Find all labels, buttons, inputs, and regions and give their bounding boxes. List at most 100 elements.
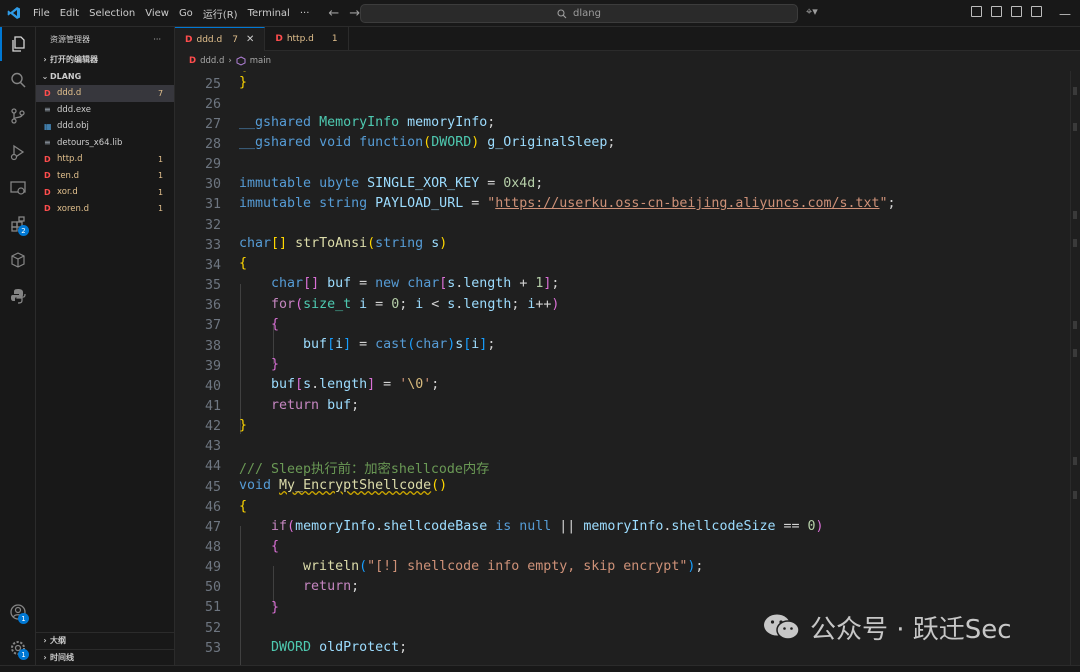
line-number: 39 bbox=[204, 358, 221, 374]
explorer-more-button[interactable]: ··· bbox=[153, 35, 161, 44]
file-item[interactable]: Dxoren.d 1 bbox=[36, 201, 174, 218]
editor-tab-bar: D ddd.d 7 ✕ D http.d 1 bbox=[175, 27, 1080, 51]
open-editors-section[interactable]: › 打开的编辑器 bbox=[36, 51, 174, 68]
code-line-25: } bbox=[239, 75, 248, 90]
line-number: 48 bbox=[204, 540, 221, 556]
menu-file[interactable]: File bbox=[28, 8, 55, 19]
tab-ddd-d[interactable]: D ddd.d 7 ✕ bbox=[175, 27, 266, 51]
code-line-36: for(size_t i = 0; i < s.length; i++) bbox=[271, 297, 560, 312]
chevron-right-icon: › bbox=[43, 636, 47, 645]
back-arrow-icon[interactable]: ← bbox=[328, 6, 339, 21]
d-file-icon: D bbox=[185, 34, 193, 45]
d-file-icon: D bbox=[189, 56, 197, 66]
timeline-section[interactable]: › 时间线 bbox=[36, 649, 175, 665]
source-control-icon[interactable] bbox=[0, 99, 36, 133]
file-name: xoren.d bbox=[57, 203, 89, 214]
remote-explorer-icon[interactable] bbox=[0, 171, 36, 205]
run-and-debug-icon[interactable] bbox=[0, 135, 36, 169]
file-item[interactable]: Dxor.d 1 bbox=[36, 184, 174, 201]
forward-arrow-icon[interactable]: → bbox=[349, 6, 360, 21]
menu-edit[interactable]: Edit bbox=[55, 8, 84, 19]
code-line-47: if(memoryInfo.shellcodeBase is null || m… bbox=[271, 519, 824, 534]
line-number: 29 bbox=[204, 157, 221, 173]
close-icon[interactable]: ✕ bbox=[246, 34, 254, 45]
watermark-text: 公众号 · 跃迁Sec bbox=[810, 614, 1012, 645]
breadcrumb-file[interactable]: ddd.d bbox=[200, 56, 224, 66]
line-number: 41 bbox=[204, 398, 221, 414]
line-number: 42 bbox=[204, 419, 221, 435]
extensions-icon[interactable]: 2 bbox=[0, 207, 36, 241]
file-name: ddd.exe bbox=[57, 104, 91, 115]
copilot-icon[interactable]: ⌖▾ bbox=[806, 5, 818, 19]
line-number: 50 bbox=[204, 580, 221, 596]
file-item[interactable]: ≡ ddd.exe bbox=[36, 102, 174, 119]
line-number: 38 bbox=[204, 338, 221, 354]
outline-label: 大纲 bbox=[50, 636, 66, 645]
customize-layout-icon[interactable] bbox=[1031, 6, 1042, 17]
line-number-row: 46 bbox=[175, 497, 1070, 517]
toggle-secondary-sidebar-icon[interactable] bbox=[1011, 6, 1022, 17]
line-number: 40 bbox=[204, 378, 221, 394]
settings-badge: 1 bbox=[18, 649, 29, 660]
line-number: 28 bbox=[204, 137, 221, 153]
package-icon[interactable] bbox=[0, 243, 36, 277]
editor-scrollbar[interactable] bbox=[1070, 71, 1080, 665]
breadcrumb-symbol[interactable]: main bbox=[250, 56, 271, 66]
code-line-31: immutable string PAYLOAD_URL = "https://… bbox=[239, 196, 896, 211]
menu-terminal[interactable]: Terminal bbox=[243, 8, 295, 19]
search-icon bbox=[557, 8, 567, 18]
menu-view[interactable]: View bbox=[140, 8, 174, 19]
search-text: dlang bbox=[573, 8, 601, 19]
menu-selection[interactable]: Selection bbox=[84, 8, 140, 19]
line-number-row: 43 bbox=[175, 437, 1070, 457]
explorer-icon[interactable] bbox=[0, 27, 36, 61]
minimize-icon[interactable]: — bbox=[1050, 0, 1080, 27]
d-file-icon: D bbox=[275, 34, 283, 44]
toggle-primary-sidebar-icon[interactable] bbox=[971, 6, 982, 17]
code-line-37: { bbox=[271, 317, 280, 332]
file-item[interactable]: Dten.d 1 bbox=[36, 168, 174, 185]
line-number: 34 bbox=[204, 257, 221, 273]
code-line-42: } bbox=[239, 418, 248, 433]
file-problem-count: 1 bbox=[158, 171, 164, 181]
line-number: 53 bbox=[204, 640, 221, 656]
file-item[interactable]: ▦ ddd.obj bbox=[36, 118, 174, 135]
accounts-badge: 1 bbox=[18, 613, 29, 624]
command-center-search[interactable]: dlang bbox=[360, 4, 798, 23]
file-problem-count: 1 bbox=[158, 154, 164, 164]
line-number: 47 bbox=[204, 519, 221, 535]
menu-go[interactable]: Go bbox=[174, 8, 198, 19]
line-number: 25 bbox=[204, 76, 221, 92]
folder-label: DLANG bbox=[50, 72, 82, 81]
chevron-down-icon: ⌄ bbox=[41, 72, 49, 81]
line-number-row: 32 bbox=[175, 215, 1070, 235]
line-number-row: 39 bbox=[175, 356, 1070, 376]
file-name: ddd.d bbox=[57, 88, 82, 99]
line-number: 44 bbox=[204, 459, 221, 475]
line-number: 36 bbox=[204, 298, 221, 314]
code-line-39: } bbox=[271, 357, 280, 372]
outline-section[interactable]: › 大纲 bbox=[36, 632, 175, 648]
file-item[interactable]: ≡ detours_x64.lib bbox=[36, 135, 174, 152]
line-number: 31 bbox=[204, 197, 221, 213]
status-bar bbox=[0, 665, 1080, 672]
folder-section[interactable]: ⌄ DLANG bbox=[36, 68, 174, 85]
search-icon[interactable] bbox=[0, 63, 36, 97]
file-item[interactable]: Dddd.d 7 bbox=[36, 85, 174, 102]
wechat-watermark: 公众号 · 跃迁Sec bbox=[762, 610, 1012, 645]
code-line-28: __gshared void function(DWORD) g_Origina… bbox=[239, 135, 616, 150]
partial-brace-line: { bbox=[239, 71, 247, 73]
tab-http-d[interactable]: D http.d 1 bbox=[265, 27, 349, 51]
file-item[interactable]: Dhttp.d 1 bbox=[36, 151, 174, 168]
d-file-icon: D bbox=[44, 171, 51, 181]
menu-more[interactable]: ··· bbox=[295, 8, 315, 19]
manage-gear-icon[interactable]: 1 bbox=[0, 631, 36, 665]
accounts-icon[interactable]: 1 bbox=[0, 595, 36, 629]
code-editor[interactable]: { 25 26 27 28 29 30 31 32 33 34 35 36 37 38 39 40 41 42 43… bbox=[175, 71, 1080, 665]
menu-run[interactable]: 运行(R) bbox=[198, 6, 243, 21]
toggle-panel-icon[interactable] bbox=[991, 6, 1002, 17]
code-line-34: { bbox=[239, 256, 248, 271]
code-line-49: writeln("[!] shellcode info empty, skip … bbox=[303, 559, 704, 574]
generic-file-icon: ≡ bbox=[44, 105, 51, 115]
python-icon[interactable] bbox=[0, 279, 36, 313]
